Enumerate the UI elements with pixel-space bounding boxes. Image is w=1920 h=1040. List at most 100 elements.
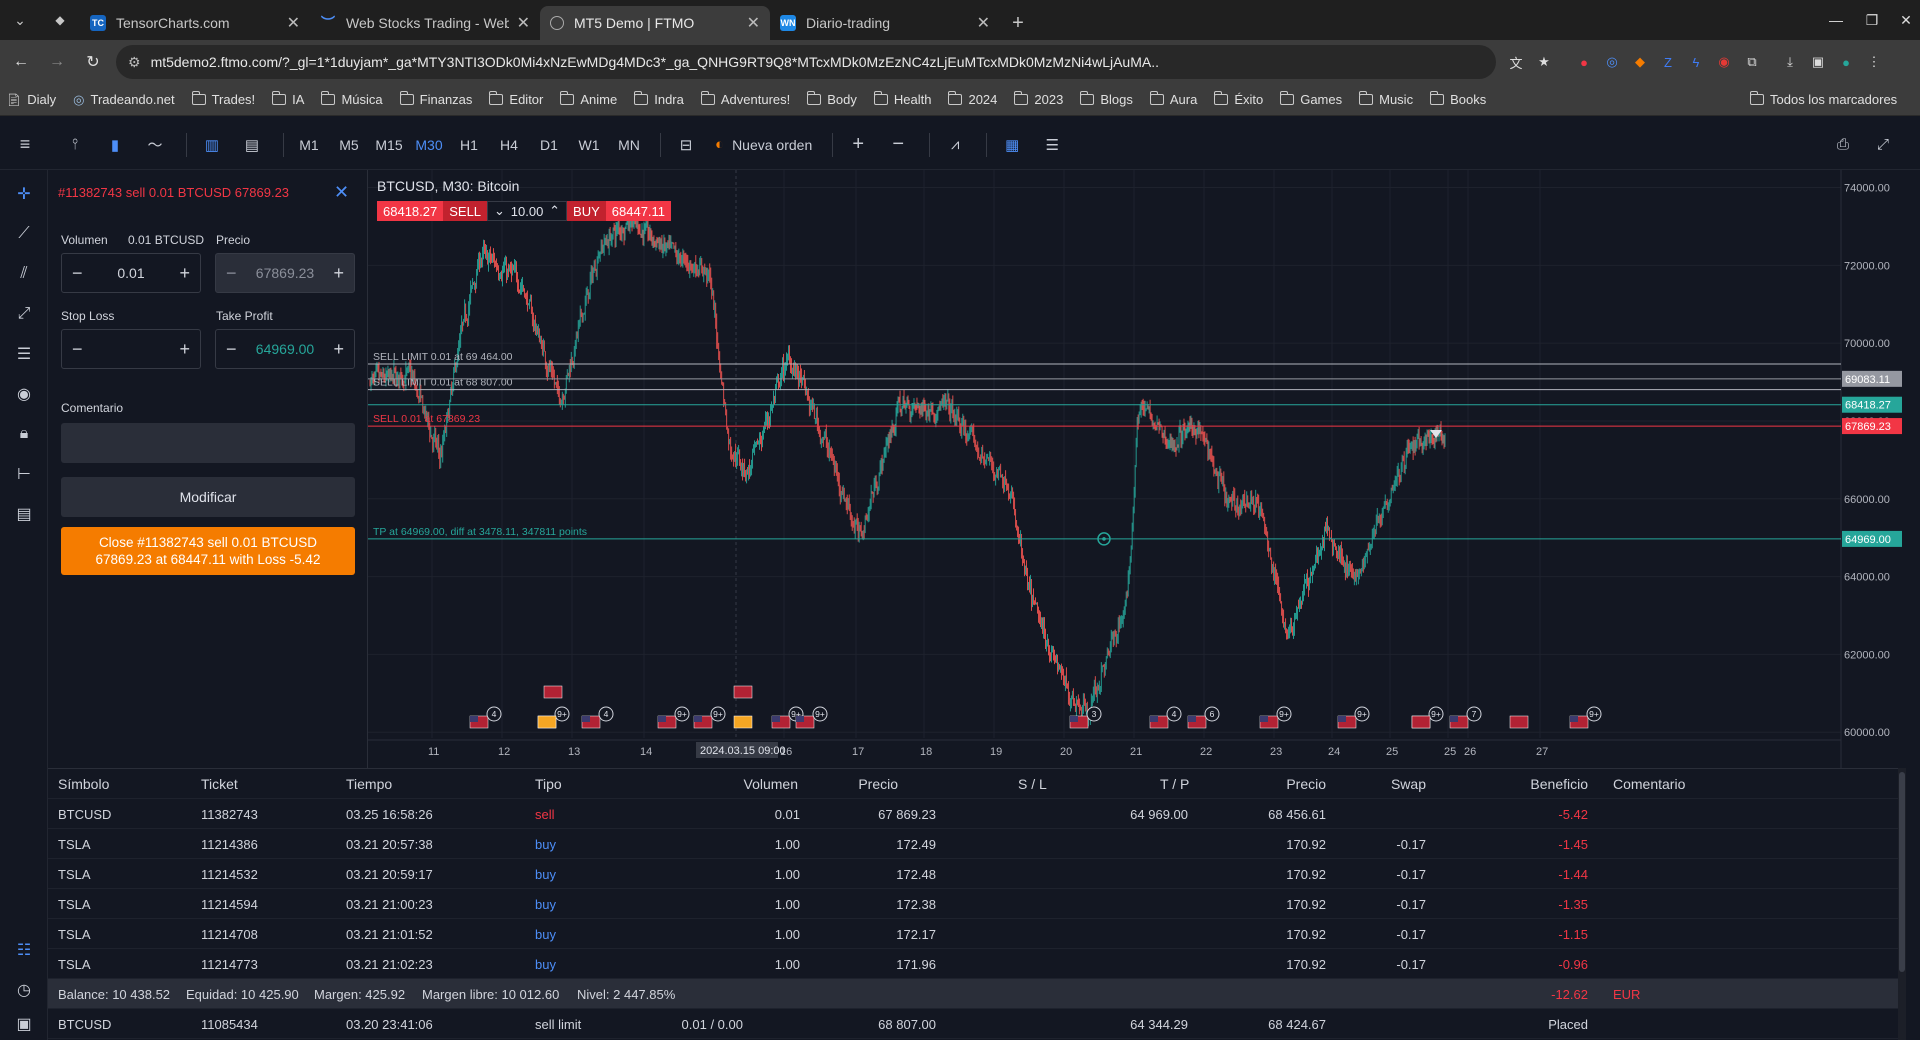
translate-icon[interactable]: 文 bbox=[1502, 48, 1530, 76]
bookmark-item[interactable]: Éxito bbox=[1214, 91, 1263, 107]
close-panel-icon[interactable]: ✕ bbox=[334, 182, 349, 203]
bookmark-item[interactable]: Finanzas bbox=[399, 91, 472, 107]
new-order-button[interactable]: ◐ Nueva orden bbox=[709, 128, 818, 162]
extensions-puzzle-icon[interactable]: ⧉ bbox=[1738, 48, 1766, 76]
event-flag-icon[interactable] bbox=[733, 685, 753, 699]
pending-order-row[interactable]: BTCUSD 11085434 03.20 23:41:06 sell limit 0.… bbox=[48, 1009, 1898, 1039]
event-flag-icon[interactable] bbox=[1411, 715, 1431, 729]
table-row[interactable]: TSLA 11214773 03.21 21:02:23 buy 1.00 171.96 1… bbox=[48, 949, 1898, 979]
buy-button[interactable]: BUY bbox=[567, 201, 606, 221]
tp-minus-button[interactable]: − bbox=[226, 339, 237, 360]
extension-fox-icon[interactable]: ◆ bbox=[1626, 48, 1654, 76]
timeframe-m30[interactable]: M30 bbox=[412, 128, 446, 162]
tab-search-icon[interactable]: ⌄ bbox=[0, 0, 40, 40]
side-panel-icon[interactable]: ▣ bbox=[1804, 48, 1832, 76]
one-click-trading-icon[interactable]: ⊟ bbox=[669, 128, 703, 162]
stop-loss-stepper[interactable]: − + bbox=[61, 329, 201, 369]
tab-close-icon[interactable]: ✕ bbox=[747, 13, 760, 33]
fibonacci-icon[interactable]: ⤢ bbox=[10, 300, 38, 328]
download-icon[interactable]: ⤓ bbox=[1776, 48, 1804, 76]
candle-chart-type-icon[interactable]: ▮ bbox=[98, 128, 132, 162]
timeframe-h1[interactable]: H1 bbox=[452, 128, 486, 162]
sell-button[interactable]: SELL bbox=[443, 201, 488, 221]
indicators-bars-icon[interactable]: ▤ bbox=[235, 128, 269, 162]
event-flag-icon[interactable] bbox=[1509, 715, 1529, 729]
object-tree-icon[interactable]: ⊢ bbox=[10, 460, 38, 488]
timeframe-mn[interactable]: MN bbox=[612, 128, 646, 162]
minimize-icon[interactable]: — bbox=[1818, 0, 1854, 40]
bookmark-item[interactable]: ◎ Tradeando.net bbox=[73, 92, 174, 108]
bookmark-item[interactable]: Health bbox=[873, 91, 931, 107]
timeframe-h4[interactable]: H4 bbox=[492, 128, 526, 162]
extension-z-icon[interactable]: Z bbox=[1654, 48, 1682, 76]
table-row[interactable]: TSLA 11214594 03.21 21:00:23 buy 1.00 172.38 1… bbox=[48, 889, 1898, 919]
layers-icon[interactable]: ▤ bbox=[10, 500, 38, 528]
menu-hamburger-icon[interactable]: ≡ bbox=[8, 128, 42, 162]
bookmark-item[interactable]: Trades! bbox=[191, 91, 255, 107]
bookmark-item[interactable]: Editor bbox=[489, 91, 543, 107]
bookmark-item[interactable]: 2023 bbox=[1014, 91, 1063, 107]
bookmark-item[interactable]: Blogs bbox=[1080, 91, 1133, 107]
tp-value[interactable]: 64969.00 bbox=[256, 341, 314, 357]
reload-icon[interactable]: ↻ bbox=[78, 47, 108, 77]
order-line-label[interactable]: TP at 64969.00, diff at 3478.11, 347811 … bbox=[373, 526, 587, 538]
journal-icon[interactable]: ▣ bbox=[10, 1010, 38, 1038]
table-row[interactable]: BTCUSD 11382743 03.25 16:58:26 sell 0.01 67 8… bbox=[48, 799, 1898, 829]
back-icon[interactable]: ← bbox=[6, 47, 36, 77]
sl-plus-button[interactable]: + bbox=[179, 339, 190, 360]
modify-button[interactable]: Modificar bbox=[61, 477, 355, 517]
order-line-label[interactable]: SELL LIMIT 0.01 at 69 464.00 bbox=[373, 351, 513, 363]
table-row[interactable]: TSLA 11214708 03.21 21:01:52 buy 1.00 172.17 1… bbox=[48, 919, 1898, 949]
bookmark-item[interactable]: Books bbox=[1430, 91, 1486, 107]
lot-input[interactable]: ⌄ 10.00 ⌃ bbox=[487, 201, 568, 221]
extension-blue-circle-icon[interactable]: ◎ bbox=[1598, 48, 1626, 76]
bookmark-item[interactable]: Music bbox=[1359, 91, 1413, 107]
volumes-icon[interactable]: ▥ bbox=[195, 128, 229, 162]
comment-input[interactable] bbox=[61, 423, 355, 463]
fullscreen-icon[interactable]: ⤢ bbox=[1866, 128, 1900, 162]
line-chart-type-icon[interactable]: 〜 bbox=[138, 128, 172, 162]
bookmark-item[interactable]: 2024 bbox=[948, 91, 997, 107]
tab-webull[interactable]: ︶ Web Stocks Trading - Webull ✕ bbox=[310, 6, 540, 40]
timeframe-m5[interactable]: M5 bbox=[332, 128, 366, 162]
bookmark-item[interactable]: IA bbox=[272, 91, 304, 107]
lock-icon[interactable]: 🔒︎ bbox=[10, 420, 38, 448]
tab-close-icon[interactable]: ✕ bbox=[287, 13, 300, 33]
bookmark-item[interactable]: Body bbox=[807, 91, 857, 107]
extension-red-icon[interactable]: ● bbox=[1570, 48, 1598, 76]
table-scrollbar[interactable] bbox=[1898, 768, 1906, 1040]
tab-close-icon[interactable]: ✕ bbox=[517, 13, 530, 33]
tab-mt5-demo[interactable]: MT5 Demo | FTMO ✕ bbox=[540, 6, 770, 40]
bookmark-item[interactable]: Games bbox=[1280, 91, 1342, 107]
table-row[interactable]: TSLA 11214386 03.21 20:57:38 buy 1.00 172.49 1… bbox=[48, 829, 1898, 859]
sell-price-button[interactable]: 68418.27 bbox=[377, 201, 444, 221]
bookmark-item[interactable]: Música bbox=[321, 91, 383, 107]
volume-plus-button[interactable]: + bbox=[179, 263, 190, 284]
timeframe-d1[interactable]: D1 bbox=[532, 128, 566, 162]
indicator-icon[interactable]: ⩘ bbox=[938, 128, 972, 162]
tp-plus-button[interactable]: + bbox=[333, 339, 344, 360]
timeframe-m1[interactable]: M1 bbox=[292, 128, 326, 162]
timeframe-w1[interactable]: W1 bbox=[572, 128, 606, 162]
bar-chart-type-icon[interactable]: ⫯ bbox=[58, 128, 92, 162]
table-row[interactable]: TSLA 11214532 03.21 20:59:17 buy 1.00 172.48 1… bbox=[48, 859, 1898, 889]
close-window-icon[interactable]: ✕ bbox=[1888, 0, 1920, 40]
eye-icon[interactable]: ◉ bbox=[10, 380, 38, 408]
event-flag-icon[interactable] bbox=[543, 685, 563, 699]
forward-icon[interactable]: → bbox=[42, 47, 72, 77]
url-input[interactable]: ⚙ mt5demo2.ftmo.com/?_gl=1*1duyjam*_ga*M… bbox=[116, 45, 1496, 79]
bookmark-star-icon[interactable]: ★ bbox=[1530, 48, 1558, 76]
lines-list-icon[interactable]: ☰ bbox=[10, 340, 38, 368]
lot-value[interactable]: 10.00 bbox=[511, 204, 544, 219]
bookmark-item[interactable]: Anime bbox=[560, 91, 617, 107]
buy-price-button[interactable]: 68447.11 bbox=[605, 201, 672, 221]
history-clock-icon[interactable]: ◷ bbox=[10, 976, 38, 1004]
templates-icon[interactable]: ☰ bbox=[1035, 128, 1069, 162]
lot-up-icon[interactable]: ⌃ bbox=[549, 203, 560, 219]
trend-line-icon[interactable]: ⟋ bbox=[10, 220, 38, 248]
volume-minus-button[interactable]: − bbox=[72, 263, 83, 284]
new-tab-plus-icon[interactable]: + bbox=[1000, 6, 1036, 40]
pinned-tab[interactable]: ◆ bbox=[40, 0, 80, 40]
all-bookmarks[interactable]: Todos los marcadores bbox=[1750, 91, 1897, 107]
volume-stepper[interactable]: − 0.01 + bbox=[61, 253, 201, 293]
